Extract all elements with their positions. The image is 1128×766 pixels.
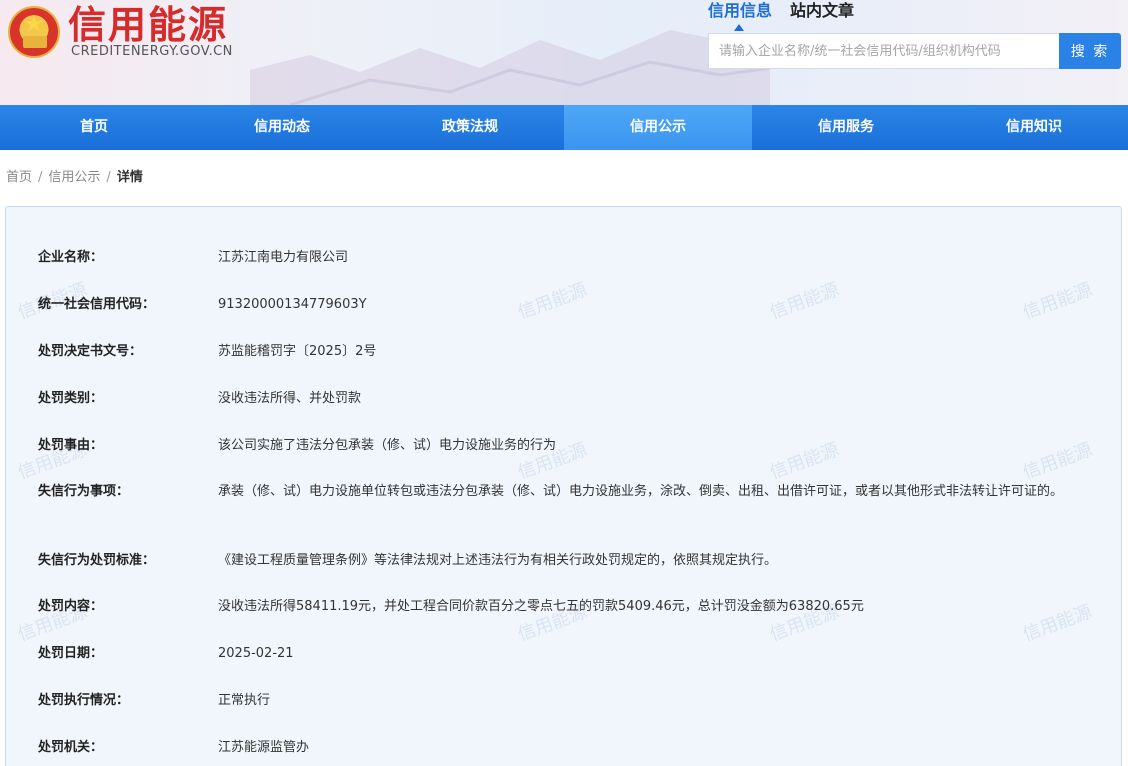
field-value: 该公司实施了违法分包承装（修、试）电力设施业务的行为 xyxy=(218,438,557,453)
field-value: 91320000134779603Y xyxy=(218,297,367,312)
detail-panel: 信用能源 信用能源 信用能源 信用能源 信用能源 信用能源 信用能源 信用能源 … xyxy=(5,206,1122,766)
field-label: 统一社会信用代码： xyxy=(38,297,156,312)
nav-item-credit-service[interactable]: 信用服务 xyxy=(752,105,940,150)
breadcrumb-section[interactable]: 信用公示 xyxy=(48,170,100,185)
active-tab-indicator xyxy=(734,24,744,31)
field-value: 江苏江南电力有限公司 xyxy=(218,250,349,265)
breadcrumb: 首页 / 信用公示 / 详情 xyxy=(6,168,143,188)
field-label: 处罚内容： xyxy=(38,599,104,614)
nav-item-credit-knowledge[interactable]: 信用知识 xyxy=(940,105,1128,150)
field-label: 处罚日期： xyxy=(38,646,104,661)
field-value: 苏监能稽罚字〔2025〕2号 xyxy=(218,344,377,359)
breadcrumb-home[interactable]: 首页 xyxy=(6,170,32,185)
site-domain: CREDITENERGY.GOV.CN xyxy=(71,44,233,59)
field-value: 没收违法所得、并处罚款 xyxy=(218,391,362,406)
search-input[interactable] xyxy=(708,33,1060,69)
nav-item-policy[interactable]: 政策法规 xyxy=(376,105,564,150)
nav-item-credit-news[interactable]: 信用动态 xyxy=(188,105,376,150)
field-value: 正常执行 xyxy=(218,693,271,708)
search-button[interactable]: 搜 索 xyxy=(1059,33,1121,69)
nav-item-home[interactable]: 首页 xyxy=(0,105,188,150)
field-value: 2025-02-21 xyxy=(218,646,294,661)
breadcrumb-separator: / xyxy=(106,170,111,185)
breadcrumb-current: 详情 xyxy=(116,170,143,185)
field-label: 企业名称： xyxy=(38,250,104,265)
field-label: 处罚事由： xyxy=(38,438,104,453)
breadcrumb-separator: / xyxy=(38,170,43,185)
field-label: 处罚机关： xyxy=(38,740,104,755)
field-label: 处罚执行情况： xyxy=(38,693,130,708)
field-value: 江苏能源监管办 xyxy=(218,740,310,755)
national-emblem-icon: ★ xyxy=(8,6,60,58)
search-tab-site-articles[interactable]: 站内文章 xyxy=(790,0,854,22)
field-value: 《建设工程质量管理条例》等法律法规对上述违法行为有相关行政处罚规定的，依照其规定… xyxy=(218,553,778,568)
search-tab-credit-info[interactable]: 信用信息 xyxy=(708,0,772,22)
site-logo-title[interactable]: 信用能源 xyxy=(68,2,228,48)
site-header: ★ 信用能源 CREDITENERGY.GOV.CN 信用信息 站内文章 搜 索 xyxy=(0,0,1128,105)
main-nav: 首页 信用动态 政策法规 信用公示 信用服务 信用知识 xyxy=(0,105,1128,150)
field-label: 处罚决定书文号： xyxy=(38,344,143,359)
field-value: 承装（修、试）电力设施单位转包或违法分包承装（修、试）电力设施业务，涂改、倒卖、… xyxy=(218,484,1064,499)
great-wall-banner xyxy=(250,30,770,105)
field-label: 失信行为处罚标准： xyxy=(38,553,156,568)
field-value: 没收违法所得58411.19元，并处工程合同价款百分之零点七五的罚款5409.4… xyxy=(218,599,864,614)
nav-item-credit-disclosure[interactable]: 信用公示 xyxy=(564,105,752,150)
field-label: 失信行为事项： xyxy=(38,484,130,499)
field-label: 处罚类别： xyxy=(38,391,104,406)
